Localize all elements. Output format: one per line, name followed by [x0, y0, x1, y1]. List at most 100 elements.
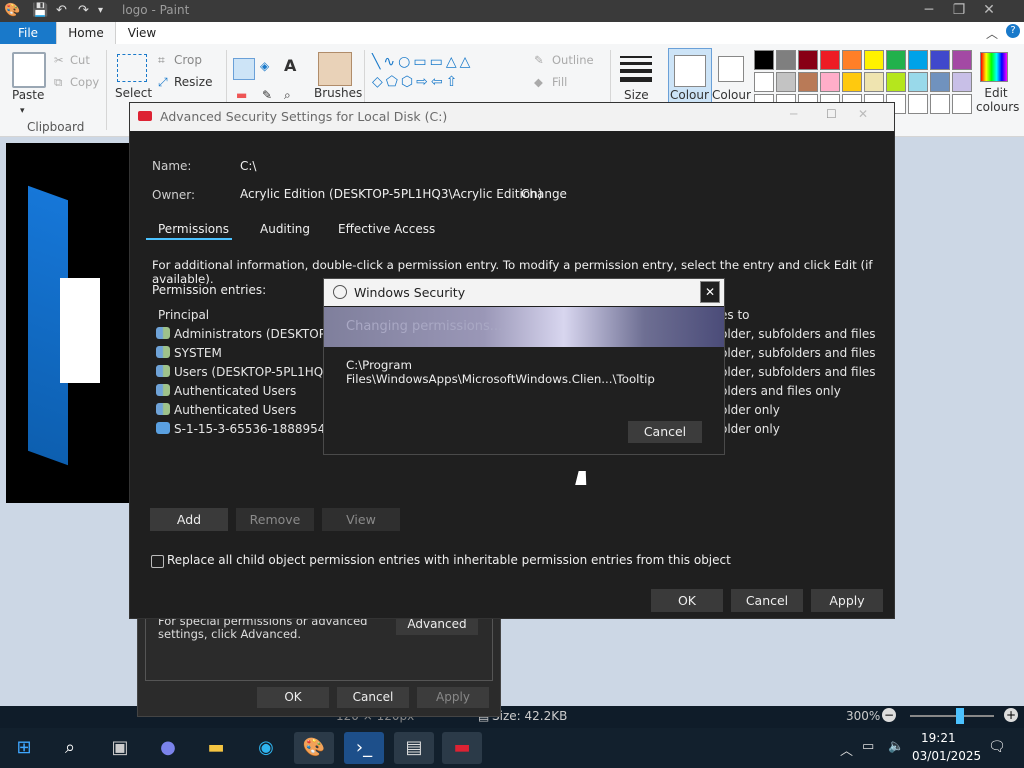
colour2-swatch[interactable] [718, 56, 744, 82]
edge-icon[interactable]: ◉ [246, 732, 286, 764]
edit-colours-button[interactable]: Edit colours [976, 86, 1019, 114]
text-icon[interactable]: A [284, 56, 296, 75]
palette-swatch[interactable] [754, 72, 774, 92]
resize-icon[interactable]: ⤢ [158, 75, 168, 90]
palette-swatch[interactable] [952, 72, 972, 92]
zoom-slider-track[interactable] [910, 715, 994, 717]
palette-swatch[interactable] [776, 50, 796, 70]
palette-empty-swatch[interactable] [930, 94, 950, 114]
tab-home[interactable]: Home [56, 22, 116, 44]
remove-button[interactable]: Remove [236, 508, 314, 531]
pencil-icon[interactable] [233, 58, 255, 80]
permission-entry-row[interactable]: Authenticated Users [156, 382, 296, 400]
palette-swatch[interactable] [952, 50, 972, 70]
maximize-button[interactable]: ❐ [944, 0, 974, 22]
paste-icon[interactable] [12, 52, 46, 88]
powershell-icon[interactable]: ›_ [344, 732, 384, 764]
select-button[interactable]: Select [115, 86, 152, 100]
copy-icon[interactable]: ⧉ [54, 75, 62, 90]
palette-swatch[interactable] [776, 72, 796, 92]
tab-auditing[interactable]: Auditing [260, 222, 310, 236]
paste-dropdown-icon[interactable]: ▾ [20, 106, 25, 116]
show-hidden-icons-icon[interactable]: ︿ [840, 740, 853, 759]
copy-button[interactable]: Copy [70, 75, 99, 89]
colour-picker-icon[interactable]: ✎ [262, 88, 272, 102]
fill-dropdown[interactable]: Fill [552, 75, 567, 89]
edit-colours-icon[interactable] [980, 52, 1008, 82]
ws-close-button[interactable]: ✕ [700, 281, 720, 303]
zoom-slider-thumb[interactable] [956, 708, 964, 724]
fill-shape-icon[interactable]: ◆ [534, 75, 543, 89]
cancel-button[interactable]: Cancel [731, 589, 803, 612]
clock-date[interactable]: 03/01/2025 [912, 749, 981, 763]
replace-checkbox[interactable] [151, 555, 164, 568]
start-button[interactable]: ⊞ [4, 732, 44, 764]
tab-file[interactable]: File [0, 22, 56, 44]
crop-icon[interactable]: ⌗ [158, 53, 165, 68]
palette-swatch[interactable] [886, 72, 906, 92]
tab-effective-access[interactable]: Effective Access [338, 222, 435, 236]
paint-taskbar-icon[interactable]: 🎨 [294, 732, 334, 764]
adv-close-button[interactable]: ✕ [858, 107, 868, 121]
save-icon[interactable]: 💾 [32, 3, 48, 18]
props-apply-button[interactable]: Apply [417, 687, 489, 708]
palette-swatch[interactable] [820, 72, 840, 92]
zoom-out-icon[interactable]: − [882, 708, 896, 722]
view-button[interactable]: View [322, 508, 400, 531]
palette-swatch[interactable] [908, 50, 928, 70]
volume-icon[interactable]: 🔈 [888, 739, 904, 754]
brushes-button[interactable]: Brushes [314, 86, 362, 100]
outline-dropdown[interactable]: Outline [552, 53, 594, 67]
ws-cancel-button[interactable]: Cancel [628, 421, 702, 443]
cut-button[interactable]: Cut [70, 53, 90, 67]
principal-column-header[interactable]: Principal [158, 308, 209, 322]
replace-checkbox-label[interactable]: Replace all child object permission entr… [167, 553, 731, 567]
cut-icon[interactable]: ✂ [54, 53, 64, 67]
permission-entry-row[interactable]: Users (DESKTOP-5PL1HQ3\U [156, 363, 344, 381]
palette-swatch[interactable] [864, 72, 884, 92]
palette-swatch[interactable] [842, 50, 862, 70]
search-icon[interactable]: ⌕ [50, 732, 90, 764]
outline-icon[interactable]: ✎ [534, 53, 544, 67]
resize-button[interactable]: Resize [174, 75, 212, 89]
undo-icon[interactable]: ↶ [56, 3, 67, 18]
clock-time[interactable]: 19:21 [921, 731, 956, 745]
palette-swatch[interactable] [798, 72, 818, 92]
adv-minimize-button[interactable]: ─ [790, 107, 797, 121]
palette-swatch[interactable] [930, 72, 950, 92]
palette-swatch[interactable] [930, 50, 950, 70]
add-button[interactable]: Add [150, 508, 228, 531]
apply-button[interactable]: Apply [811, 589, 883, 612]
eraser-icon[interactable]: ▬ [236, 88, 247, 102]
props-cancel-button[interactable]: Cancel [337, 687, 409, 708]
palette-empty-swatch[interactable] [952, 94, 972, 114]
select-icon[interactable] [117, 54, 147, 82]
close-button[interactable]: ✕ [974, 0, 1004, 22]
tab-view[interactable]: View [114, 22, 170, 44]
notifications-icon[interactable]: 🗨 [988, 739, 1006, 755]
permission-entry-row[interactable]: Authenticated Users [156, 401, 296, 419]
palette-swatch[interactable] [908, 72, 928, 92]
collapse-ribbon-icon[interactable]: ︿ [986, 25, 998, 42]
palette-swatch[interactable] [798, 50, 818, 70]
paste-button[interactable]: Paste [12, 88, 44, 102]
palette-swatch[interactable] [886, 50, 906, 70]
file-explorer-icon[interactable]: ▬ [196, 732, 236, 764]
redo-icon[interactable]: ↷ [78, 3, 89, 18]
props-ok-button[interactable]: OK [257, 687, 329, 708]
crop-button[interactable]: Crop [174, 53, 202, 67]
palette-swatch[interactable] [842, 72, 862, 92]
brushes-icon[interactable] [318, 52, 352, 86]
palette-swatch[interactable] [754, 50, 774, 70]
zoom-in-icon[interactable]: + [1004, 708, 1018, 722]
magnifier-icon[interactable]: ⌕ [284, 88, 291, 103]
change-owner-link[interactable]: Change [521, 187, 567, 201]
task-view-icon[interactable]: ▣ [100, 732, 140, 764]
palette-empty-swatch[interactable] [908, 94, 928, 114]
shapes-gallery[interactable]: ╲∿○▭▭△△ ◇⬠⬡⇨⇦⇧ [372, 52, 512, 104]
minimize-button[interactable]: ─ [914, 0, 944, 22]
teams-icon[interactable]: ● [148, 732, 188, 764]
size-icon[interactable] [620, 56, 652, 82]
disk-management-icon[interactable]: ▤ [394, 732, 434, 764]
tab-permissions[interactable]: Permissions [158, 222, 229, 236]
